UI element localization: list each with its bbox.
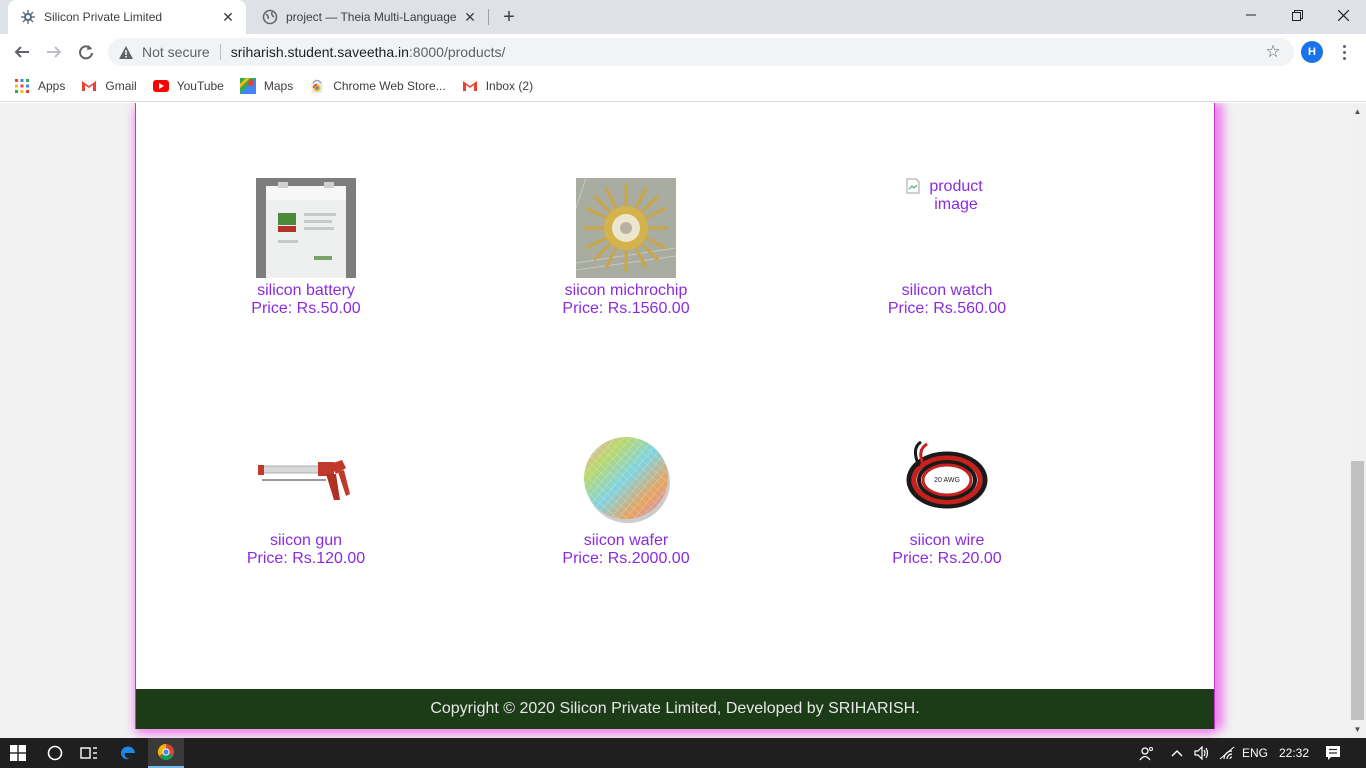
tab-separator [488, 9, 489, 25]
people-icon[interactable] [1134, 738, 1160, 768]
tab-theia-project[interactable]: project — Theia Multi-Language ✕ [250, 0, 488, 34]
product-image-wire[interactable]: 20 AWG [897, 428, 997, 528]
product-price: Price: Rs.560.00 [887, 300, 1007, 317]
bookmark-apps[interactable]: Apps [14, 78, 65, 94]
bookmark-star-icon[interactable]: ☆ [1264, 42, 1282, 61]
tab-title: Silicon Private Limited [44, 10, 163, 24]
bookmark-label: Maps [263, 78, 294, 93]
globe-icon [262, 9, 278, 25]
new-tab-plus-icon[interactable]: + [498, 6, 520, 28]
product-card[interactable]: siicon wafer Price: Rs.2000.00 [506, 428, 746, 568]
warning-triangle-icon[interactable] [118, 44, 134, 60]
product-image-microchip[interactable] [576, 178, 676, 278]
maps-icon [239, 77, 256, 94]
bookmark-maps[interactable]: Maps [239, 77, 294, 94]
address-divider [219, 44, 221, 60]
bookmarks-bar: Apps Gmail YouTube Maps Chrome Web Store… [0, 70, 1366, 102]
clock[interactable]: 22:32 [1274, 738, 1314, 768]
alt-text-label: product image [929, 178, 983, 213]
wire-gauge-label: 20 AWG [934, 477, 960, 484]
product-image-gun[interactable] [256, 428, 356, 528]
chrome-web-store-icon [309, 78, 325, 94]
scroll-up-arrow-icon[interactable]: ▲ [1349, 103, 1366, 120]
notification-center-icon[interactable] [1318, 738, 1348, 768]
bookmark-gmail[interactable]: Gmail [81, 78, 137, 94]
forward-arrow-icon[interactable] [40, 38, 68, 66]
browser-toolbar: Not secure sriharish.student.saveetha.in… [0, 34, 1366, 70]
product-image-broken[interactable]: product image [897, 178, 997, 278]
product-name[interactable]: siicon michrochip [506, 282, 746, 300]
product-name[interactable]: siicon wire [827, 532, 1067, 550]
apps-grid-icon [14, 78, 30, 94]
product-name[interactable]: silicon battery [186, 282, 426, 300]
broken-image-alt: product image [906, 178, 988, 214]
broken-image-icon [906, 178, 920, 194]
product-card[interactable]: 20 AWG siicon wire Price: Rs.20.00 [827, 428, 1067, 568]
search-circle-icon[interactable] [40, 738, 70, 768]
bookmark-label: Inbox (2) [485, 78, 534, 93]
product-card[interactable]: siicon gun Price: Rs.120.00 [186, 428, 426, 568]
minimize-icon[interactable] [1228, 0, 1274, 30]
product-price: Price: Rs.50.00 [251, 300, 361, 317]
youtube-icon [152, 78, 169, 94]
bookmark-label: Chrome Web Store... [333, 78, 446, 93]
task-view-icon[interactable] [74, 738, 104, 768]
page-viewport: silicon battery Price: Rs.50.00 siicon m… [0, 103, 1349, 738]
chrome-taskbar-icon[interactable] [148, 738, 184, 768]
url-path: :8000/products/ [408, 44, 506, 60]
content-container: silicon battery Price: Rs.50.00 siicon m… [135, 103, 1215, 729]
tab-title: project — Theia Multi-Language [286, 10, 457, 24]
volume-icon[interactable] [1190, 738, 1214, 768]
wifi-icon[interactable] [1216, 738, 1238, 768]
product-image-wafer[interactable] [576, 428, 676, 528]
bookmark-label: Gmail [105, 78, 137, 93]
security-status-label[interactable]: Not secure [142, 44, 210, 60]
product-price: Price: Rs.120.00 [246, 550, 366, 567]
language-indicator[interactable]: ENG [1240, 738, 1270, 768]
profile-avatar[interactable]: H [1301, 41, 1323, 63]
scroll-down-arrow-icon[interactable]: ▼ [1349, 721, 1366, 738]
product-price: Price: Rs.2000.00 [562, 550, 690, 567]
bookmark-inbox[interactable]: Inbox (2) [462, 78, 533, 94]
bookmark-label: Apps [38, 78, 66, 93]
tab-strip: Silicon Private Limited ✕ project — Thei… [0, 0, 1366, 34]
bookmark-youtube[interactable]: YouTube [152, 78, 224, 94]
edge-browser-icon[interactable] [112, 738, 144, 768]
close-window-icon[interactable] [1320, 0, 1366, 30]
site-favicon-icon [20, 9, 36, 25]
windows-start-icon[interactable] [0, 738, 36, 768]
gmail-icon [462, 78, 478, 94]
product-name[interactable]: siicon gun [186, 532, 426, 550]
bookmark-label: YouTube [176, 78, 224, 93]
tab-silicon-private-limited[interactable]: Silicon Private Limited ✕ [8, 0, 246, 34]
product-name[interactable]: silicon watch [827, 282, 1067, 300]
gmail-icon [81, 78, 97, 94]
product-price: Price: Rs.1560.00 [562, 300, 690, 317]
address-bar[interactable]: Not secure sriharish.student.saveetha.in… [108, 38, 1294, 66]
chevron-up-icon[interactable] [1168, 738, 1186, 768]
product-card[interactable]: product image silicon watch Price: Rs.56… [827, 178, 1067, 318]
product-price: Price: Rs.20.00 [892, 550, 1002, 567]
bookmark-chrome-web-store[interactable]: Chrome Web Store... [309, 78, 446, 94]
tab-close-icon[interactable]: ✕ [218, 7, 238, 27]
product-image-battery[interactable] [256, 178, 356, 278]
chrome-menu-icon[interactable] [1336, 40, 1352, 64]
page-footer: Copyright © 2020 Silicon Private Limited… [136, 689, 1214, 729]
vertical-scrollbar[interactable]: ▲ ▼ [1349, 103, 1366, 738]
product-name[interactable]: siicon wafer [506, 532, 746, 550]
product-card[interactable]: silicon battery Price: Rs.50.00 [186, 178, 426, 318]
scroll-thumb[interactable] [1351, 461, 1364, 720]
windows-taskbar: ENG 22:32 [0, 738, 1366, 768]
product-card[interactable]: siicon michrochip Price: Rs.1560.00 [506, 178, 746, 318]
reload-icon[interactable] [72, 38, 100, 66]
url-host: sriharish.student.saveetha.in [230, 44, 409, 60]
back-arrow-icon[interactable] [8, 38, 36, 66]
restore-icon[interactable] [1274, 0, 1320, 30]
tab-close-icon[interactable]: ✕ [460, 7, 480, 27]
